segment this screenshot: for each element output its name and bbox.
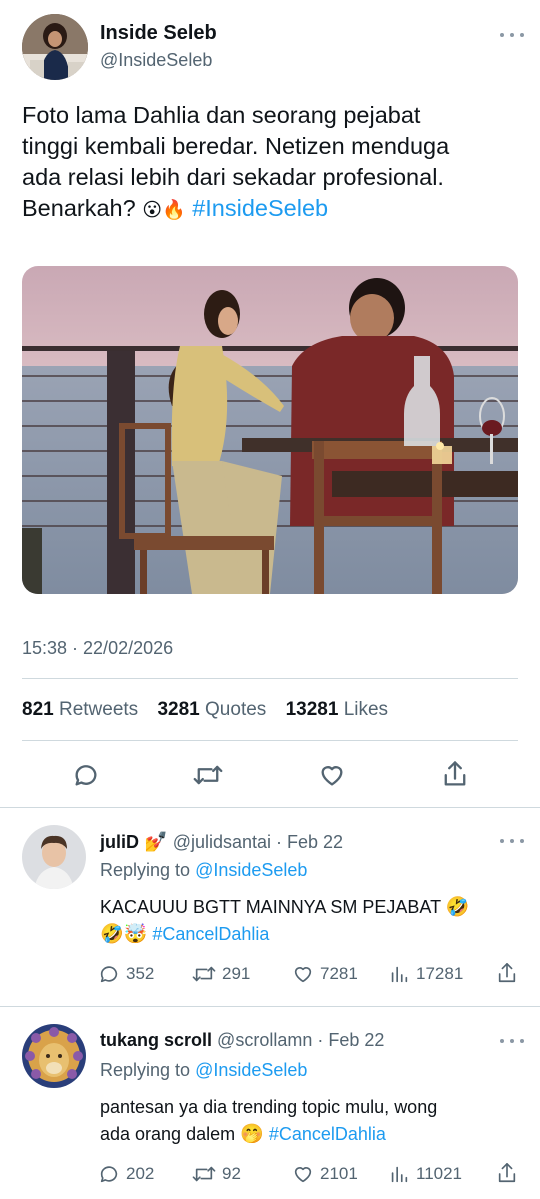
retweet-icon [192,966,216,982]
like-icon[interactable] [318,761,346,789]
retweets-stat[interactable]: 821 Retweets [22,699,138,720]
more-options-icon[interactable] [500,1036,524,1046]
likes-count: 13281 [285,699,339,720]
tweet-stats: 821 Retweets 3281 Quotes 13281 Likes [22,699,388,721]
reply-handle-date[interactable]: @scrollamn · Feb 22 [217,1030,384,1050]
retweets-count: 821 [22,699,54,720]
reply-text-line: ada orang dalem 🤭 #CancelDahlia [100,1121,520,1148]
tweet-emojis: 😮🔥 [142,199,186,221]
share-icon[interactable] [441,759,469,789]
reply-emoji: 🤣🤯 [100,923,148,945]
author-handle[interactable]: @InsideSeleb [100,50,212,71]
reply-text-body: KACAUUU BGTT MAINNYA SM PEJABAT [100,897,441,917]
like-count: 2101 [320,1164,358,1183]
reply-action[interactable]: 202 [98,1163,154,1185]
quotes-stat[interactable]: 3281 Quotes [157,699,266,720]
retweet-action[interactable]: 291 [192,963,250,985]
replying-to-link[interactable]: @InsideSeleb [195,860,307,880]
tweet-photo[interactable] [22,266,518,594]
retweets-label: Retweets [58,699,139,720]
replying-to: Replying to @InsideSeleb [100,1060,307,1081]
reply-handle-date[interactable]: @julidsantai · Feb 22 [173,832,343,852]
author-name[interactable]: Inside Seleb [100,22,217,45]
views-action[interactable]: 11021 [388,1163,462,1185]
share-icon[interactable] [496,961,518,985]
retweet-action[interactable]: 92 [192,1163,241,1185]
tweet-text-line: ada relasi lebih dari sekadar profesiona… [22,164,444,190]
view-count: 11021 [416,1164,463,1183]
like-icon [294,1167,312,1183]
views-icon [391,966,408,983]
hashtag-link[interactable]: #CancelDahlia [152,924,269,944]
reply-text: KACAUUU BGTT MAINNYA SM PEJABAT 🤣 🤣🤯 #Ca… [100,894,520,948]
replying-to-link[interactable]: @InsideSeleb [195,1060,307,1080]
tweet-text-line: Benarkah? 😮🔥 #InsideSeleb [22,193,522,226]
replying-prefix: Replying to [100,1060,191,1080]
reply-header: juliD 💅 @julidsantai · Feb 22 [100,830,343,853]
reply-count: 352 [126,964,155,983]
reply-name-emoji: 💅 [144,831,168,853]
tweet-text-last: Benarkah? [22,195,136,221]
replying-to: Replying to @InsideSeleb [100,860,307,881]
reply-text-line: 🤣🤯 #CancelDahlia [100,921,520,948]
retweet-icon [192,1166,216,1182]
view-count: 17281 [416,964,464,983]
quotes-label: Quotes [205,699,267,720]
tweet-text-line: tinggi kembali beredar. Netizen menduga [22,133,450,159]
reply-author-name[interactable]: tukang scroll [100,1030,212,1050]
reply-emoji: 🤭 [240,1123,264,1145]
likes-stat[interactable]: 13281 Likes [286,699,388,720]
views-icon [391,1166,408,1183]
reply-author-name[interactable]: juliD [100,832,139,852]
tweet-text: Foto lama Dahlia dan seorang pejabat tin… [22,100,522,226]
like-action[interactable]: 2101 [292,1163,358,1185]
views-action[interactable]: 17281 [388,963,463,985]
tweet-timestamp[interactable]: 15:38 · 22/02/2026 [22,638,173,659]
reply-avatar[interactable] [22,1024,86,1088]
reply-text-line: pantesan ya dia trending topic mulu, won… [100,1097,438,1117]
replying-prefix: Replying to [100,860,191,880]
author-avatar[interactable] [22,14,88,80]
divider [22,678,518,679]
like-icon [294,967,312,983]
more-options-icon[interactable] [500,30,524,40]
divider [22,740,518,741]
quotes-count: 3281 [157,699,200,720]
retweet-icon[interactable] [193,761,223,789]
more-options-icon[interactable] [500,836,524,846]
reply-icon [100,966,118,983]
reply-icon [100,1166,118,1183]
reply-text: pantesan ya dia trending topic mulu, won… [100,1094,520,1148]
divider [0,1006,540,1007]
like-action[interactable]: 7281 [292,963,358,985]
divider [0,807,540,808]
like-count: 7281 [320,964,358,983]
reply-icon[interactable] [72,761,100,789]
reply-count: 202 [126,1164,155,1183]
likes-label: Likes [343,699,389,720]
reply-text-body: ada orang dalem [100,1124,236,1144]
reply-header: tukang scroll @scrollamn · Feb 22 [100,1030,384,1051]
reply-text-line: KACAUUU BGTT MAINNYA SM PEJABAT 🤣 [100,894,520,921]
retweet-count: 291 [222,964,251,983]
reply-action[interactable]: 352 [98,963,154,985]
retweet-count: 92 [222,1164,241,1183]
tweet-text-line: Foto lama Dahlia dan seorang pejabat [22,102,421,128]
hashtag-link[interactable]: #CancelDahlia [269,1124,386,1144]
share-icon[interactable] [496,1161,518,1185]
hashtag-link[interactable]: #InsideSeleb [192,195,328,221]
reply-emoji: 🤣 [445,896,470,918]
reply-avatar[interactable] [22,825,86,889]
